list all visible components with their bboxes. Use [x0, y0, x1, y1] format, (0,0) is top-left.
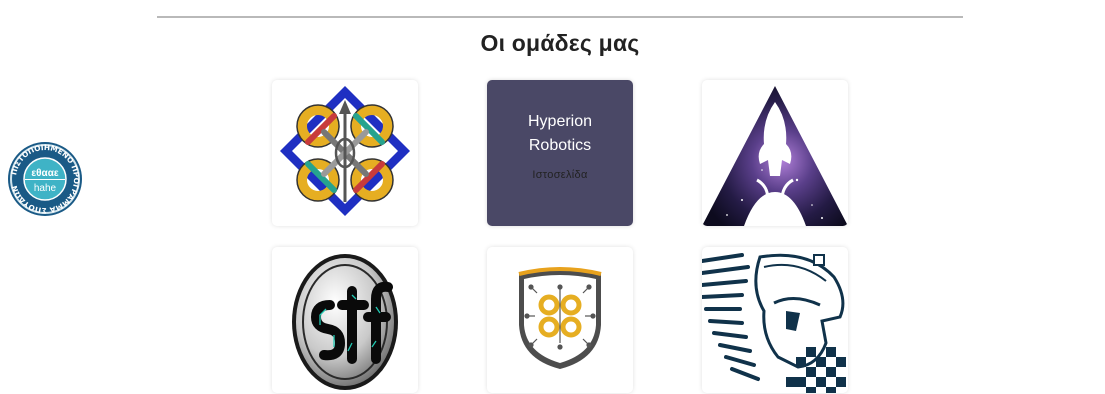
galaxy-rocket-logo-icon — [702, 86, 848, 226]
team-card-6[interactable] — [702, 247, 848, 393]
team-name-line2: Robotics — [528, 137, 592, 154]
team-card-4[interactable] — [272, 247, 418, 393]
badge-greek-label: εθααε — [31, 168, 58, 179]
team-name-line1: Hyperion — [527, 113, 593, 130]
team-card-5[interactable] — [487, 247, 633, 393]
shield-knot-circuit-logo-icon — [518, 267, 602, 369]
team-card-3[interactable] — [702, 80, 848, 226]
accreditation-badge[interactable]: ΠΙΣΤΟΠΟΙΗΜΕΝΟ ΠΡΟΓΡΑΜΜΑ ΣΠΟΥΔΩΝ εθααε ha… — [7, 141, 83, 217]
team-card-hyperion-robotics[interactable]: Hyperion Robotics Ιστοσελίδα — [487, 80, 633, 226]
section-title: Οι ομάδες μας — [480, 30, 640, 56]
spartan-helmet-logo-icon — [702, 253, 846, 393]
team-website-link[interactable]: Ιστοσελίδα — [487, 169, 633, 181]
team-card-1[interactable] — [272, 80, 418, 226]
university-knot-logo-icon — [280, 86, 410, 216]
stf-circuit-logo-icon — [292, 254, 398, 390]
section-divider — [157, 16, 963, 18]
badge-latin-label: hahe — [34, 183, 57, 194]
team-name: Hyperion Robotics — [497, 110, 623, 158]
